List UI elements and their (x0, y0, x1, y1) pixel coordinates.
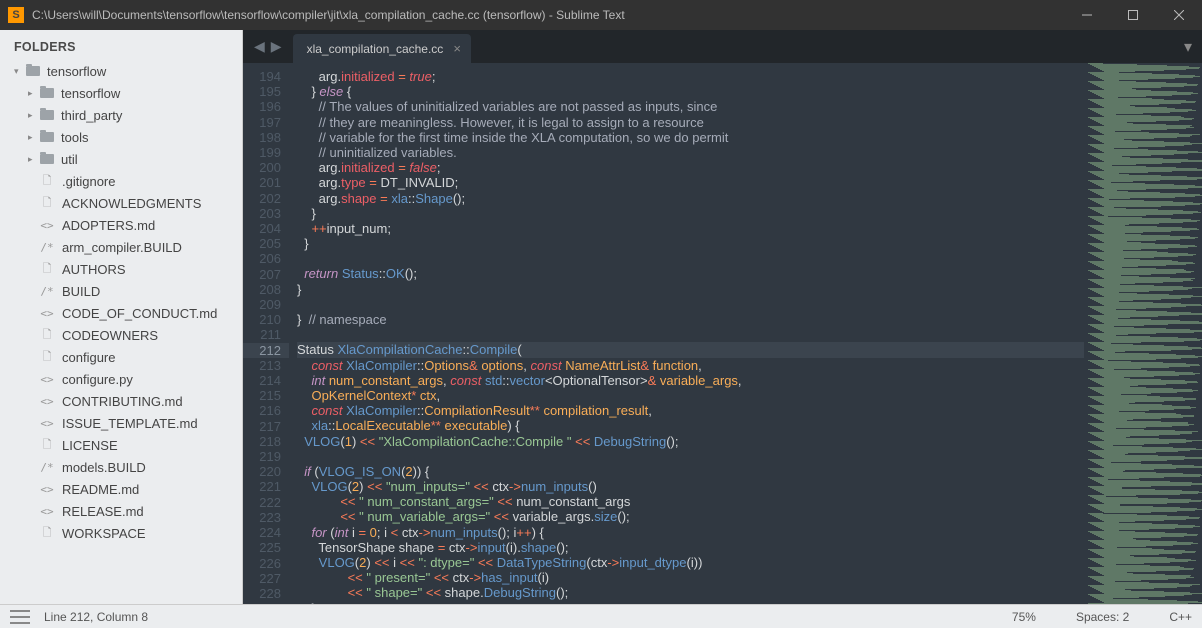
file-item[interactable]: <> configure.py (0, 368, 242, 390)
folder-item[interactable]: ▸ util (0, 148, 242, 170)
tree-label: .gitignore (62, 174, 115, 189)
tab-menu-icon[interactable]: ▾ (1174, 30, 1202, 63)
file-item[interactable]: 🗋 .gitignore (0, 170, 242, 192)
tree-label: models.BUILD (62, 460, 146, 475)
tree-label: CODE_OF_CONDUCT.md (62, 306, 217, 321)
file-item[interactable]: /* models.BUILD (0, 456, 242, 478)
disclosure-icon: ▸ (28, 88, 40, 99)
tree-label: tools (61, 130, 88, 145)
tree-label: WORKSPACE (62, 526, 146, 541)
file-icon: 🗋 (40, 326, 54, 345)
statusbar: Line 212, Column 8 75% Spaces: 2 C++ (0, 604, 1202, 628)
file-item[interactable]: <> README.md (0, 478, 242, 500)
tree-label: BUILD (62, 284, 100, 299)
file-item[interactable]: /* BUILD (0, 280, 242, 302)
file-item[interactable]: 🗋 AUTHORS (0, 258, 242, 280)
file-item[interactable]: <> CODE_OF_CONDUCT.md (0, 302, 242, 324)
file-icon: 🗋 (40, 524, 54, 543)
tree-label: configure (62, 350, 115, 365)
status-position[interactable]: Line 212, Column 8 (44, 610, 148, 624)
folder-icon (40, 132, 54, 142)
file-icon: <> (40, 417, 54, 430)
tab-bar: ◀ ▶ xla_compilation_cache.cc × ▾ (243, 30, 1202, 63)
tree-label: AUTHORS (62, 262, 126, 277)
tree-label: ACKNOWLEDGMENTS (62, 196, 201, 211)
sidebar: FOLDERS ▾ tensorflow ▸ tensorflow ▸ third_par… (0, 30, 243, 604)
file-item[interactable]: 🗋 ACKNOWLEDGMENTS (0, 192, 242, 214)
folder-icon (26, 66, 40, 76)
tree-label: LICENSE (62, 438, 118, 453)
console-toggle-icon[interactable] (10, 610, 30, 624)
minimap[interactable] (1084, 63, 1202, 604)
sidebar-header: FOLDERS (0, 30, 242, 60)
code-editor[interactable]: arg.initialized = true; } else { // The … (289, 63, 1084, 604)
folder-item[interactable]: ▸ third_party (0, 104, 242, 126)
disclosure-icon: ▸ (28, 110, 40, 121)
maximize-button[interactable] (1110, 0, 1156, 30)
nav-back-icon[interactable]: ◀ (251, 38, 268, 55)
titlebar[interactable]: S C:\Users\will\Documents\tensorflow\ten… (0, 0, 1202, 30)
folder-icon (40, 154, 54, 164)
status-syntax[interactable]: C++ (1169, 610, 1192, 624)
tree-label: util (61, 152, 78, 167)
file-icon: 🗋 (40, 172, 54, 191)
tree-label: configure.py (62, 372, 133, 387)
file-icon: 🗋 (40, 260, 54, 279)
tab-close-icon[interactable]: × (453, 41, 461, 56)
disclosure-icon: ▸ (28, 154, 40, 165)
status-indent[interactable]: Spaces: 2 (1076, 610, 1129, 624)
file-item[interactable]: /* arm_compiler.BUILD (0, 236, 242, 258)
line-gutter[interactable]: 1941951961971981992002012022032042052062… (243, 63, 289, 604)
tree-label: README.md (62, 482, 139, 497)
nav-forward-icon[interactable]: ▶ (268, 38, 285, 55)
app-icon: S (8, 7, 24, 23)
folder-icon (40, 110, 54, 120)
folder-item[interactable]: ▸ tools (0, 126, 242, 148)
file-icon: /* (40, 285, 54, 298)
file-icon: <> (40, 505, 54, 518)
file-item[interactable]: 🗋 CODEOWNERS (0, 324, 242, 346)
tree-label: ADOPTERS.md (62, 218, 155, 233)
file-tab[interactable]: xla_compilation_cache.cc × (293, 34, 471, 63)
file-icon: 🗋 (40, 436, 54, 455)
tree-label: CONTRIBUTING.md (62, 394, 183, 409)
file-icon: <> (40, 483, 54, 496)
tree-label: arm_compiler.BUILD (62, 240, 182, 255)
tree-label: CODEOWNERS (62, 328, 158, 343)
file-icon: <> (40, 307, 54, 320)
folder-item[interactable]: ▸ tensorflow (0, 82, 242, 104)
minimize-button[interactable] (1064, 0, 1110, 30)
tree-label: ISSUE_TEMPLATE.md (62, 416, 198, 431)
folder-tree[interactable]: ▾ tensorflow ▸ tensorflow ▸ third_party ▸ tools… (0, 60, 242, 604)
close-button[interactable] (1156, 0, 1202, 30)
file-icon: <> (40, 373, 54, 386)
folder-item[interactable]: ▾ tensorflow (0, 60, 242, 82)
file-icon: 🗋 (40, 194, 54, 213)
file-icon: 🗋 (40, 348, 54, 367)
folder-icon (40, 88, 54, 98)
disclosure-icon: ▾ (14, 66, 26, 77)
file-icon: /* (40, 241, 54, 254)
file-icon: /* (40, 461, 54, 474)
status-zoom[interactable]: 75% (1012, 610, 1036, 624)
tree-label: third_party (61, 108, 122, 123)
tree-label: RELEASE.md (62, 504, 144, 519)
file-item[interactable]: <> ADOPTERS.md (0, 214, 242, 236)
disclosure-icon: ▸ (28, 132, 40, 143)
window-title: C:\Users\will\Documents\tensorflow\tenso… (32, 8, 1064, 22)
file-icon: <> (40, 219, 54, 232)
tab-label: xla_compilation_cache.cc (307, 42, 444, 56)
file-item[interactable]: 🗋 LICENSE (0, 434, 242, 456)
file-item[interactable]: <> RELEASE.md (0, 500, 242, 522)
file-item[interactable]: 🗋 configure (0, 346, 242, 368)
tree-label: tensorflow (47, 64, 106, 79)
file-item[interactable]: <> CONTRIBUTING.md (0, 390, 242, 412)
file-icon: <> (40, 395, 54, 408)
file-item[interactable]: 🗋 WORKSPACE (0, 522, 242, 544)
file-item[interactable]: <> ISSUE_TEMPLATE.md (0, 412, 242, 434)
tree-label: tensorflow (61, 86, 120, 101)
